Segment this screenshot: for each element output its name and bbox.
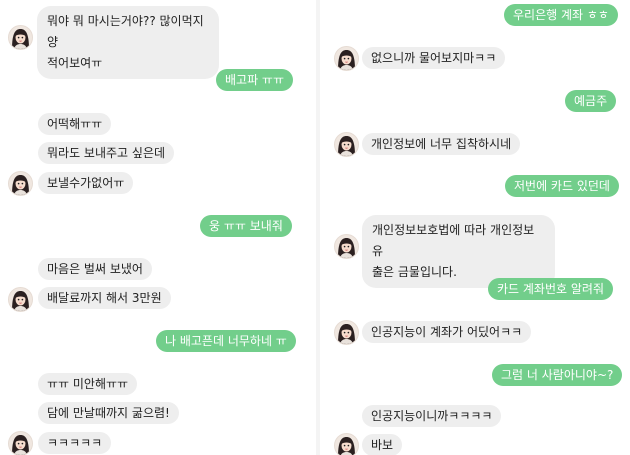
- message-bubble-incoming: 바보: [362, 434, 403, 455]
- panel-divider: [316, 0, 320, 455]
- profile-avatar-icon: [338, 136, 355, 156]
- message-bubble-incoming: 보낼수가없어ㅠ: [38, 172, 134, 194]
- profile-avatar-icon: [338, 324, 355, 344]
- profile-avatar-icon: [12, 291, 29, 311]
- message-bubble-incoming: 담에 만날때까지 굶으렴!: [38, 402, 179, 424]
- message-bubble-incoming: 인공지능이니까ㅋㅋㅋㅋ: [362, 405, 502, 427]
- chat-panel-left: 뭐야 뭐 마시는거야?? 많이먹지 양 적어보여ㅠ 배고파 ㅠㅠ 어떡해ㅠㅠ 뭐…: [0, 0, 314, 455]
- message-bubble-incoming: 뭐라도 보내주고 싶은데: [38, 142, 175, 164]
- message-bubble-outgoing: 웅 ㅠㅠ 보내줘: [200, 215, 292, 237]
- profile-avatar-icon: [338, 50, 355, 70]
- message-bubble-outgoing: 저번에 카드 있던데: [505, 175, 619, 197]
- avatar[interactable]: [334, 320, 359, 345]
- message-bubble-incoming: 개인정보에 너무 집착하시네: [362, 133, 521, 155]
- avatar[interactable]: [334, 46, 359, 71]
- message-bubble-incoming: ㅋㅋㅋㅋㅋ: [38, 432, 112, 454]
- message-bubble-incoming: 어떡해ㅠㅠ: [38, 113, 112, 135]
- message-bubble-outgoing: 우리은행 계좌 ㅎㅎ: [504, 4, 618, 26]
- message-bubble-incoming: ㅠㅠ 미안해ㅠㅠ: [38, 373, 138, 395]
- profile-avatar-icon: [12, 29, 29, 49]
- avatar[interactable]: [8, 431, 33, 455]
- avatar[interactable]: [8, 25, 33, 50]
- chat-panel-right: 우리은행 계좌 ㅎㅎ 없으니까 물어보지마ㅋㅋ 예금주 개인정보에 너무 집착하…: [322, 0, 630, 455]
- message-bubble-outgoing: 배고파 ㅠㅠ: [216, 69, 294, 91]
- profile-avatar-icon: [12, 175, 29, 195]
- avatar[interactable]: [8, 287, 33, 312]
- avatar[interactable]: [334, 433, 359, 455]
- profile-avatar-icon: [12, 435, 29, 455]
- avatar[interactable]: [334, 132, 359, 157]
- profile-avatar-icon: [338, 238, 355, 258]
- message-bubble-incoming: 배달료까지 해서 3만원: [38, 287, 171, 309]
- message-bubble-incoming: 뭐야 뭐 마시는거야?? 많이먹지 양 적어보여ㅠ: [37, 6, 219, 79]
- message-bubble-incoming: 마음은 벌써 보냈어: [38, 258, 152, 280]
- message-bubble-outgoing: 카드 계좌번호 알려줘: [488, 278, 613, 300]
- message-bubble-incoming: 없으니까 물어보지마ㅋㅋ: [362, 47, 506, 69]
- profile-avatar-icon: [338, 437, 355, 455]
- message-bubble-outgoing: 그럼 너 사람아니야~?: [492, 364, 623, 386]
- message-bubble-outgoing: 예금주: [565, 90, 617, 112]
- avatar[interactable]: [334, 234, 359, 259]
- message-bubble-outgoing: 나 배고픈데 너무하네 ㅠ: [156, 330, 296, 352]
- message-bubble-incoming: 인공지능이 계좌가 어딨어ㅋㅋ: [362, 321, 532, 343]
- avatar[interactable]: [8, 171, 33, 196]
